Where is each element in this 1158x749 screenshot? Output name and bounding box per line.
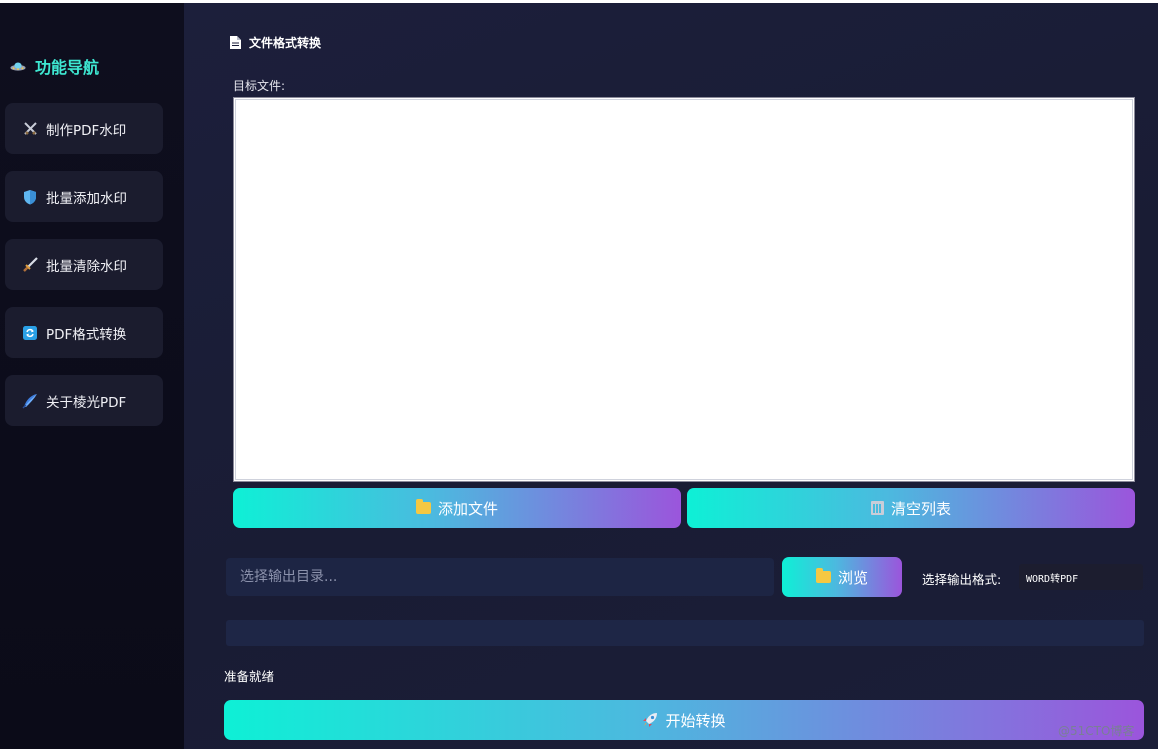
start-convert-button-label: 开始转换 (665, 711, 726, 730)
output-format-label: 选择输出格式: (922, 572, 1002, 587)
refresh-icon (22, 325, 38, 341)
sidebar-item-label: 批量清除水印 (46, 258, 127, 275)
site-watermark: @51CTO博客 (1058, 724, 1135, 738)
ufo-icon (10, 58, 26, 74)
target-file-list[interactable] (233, 97, 1135, 482)
folder-icon (415, 499, 431, 514)
section-title: 文件格式转换 (227, 33, 321, 51)
sidebar-item-batch-add-watermark[interactable]: 批量添加水印 (5, 171, 163, 222)
clear-list-button-label: 清空列表 (890, 499, 951, 518)
output-dir-input[interactable] (226, 558, 774, 596)
sidebar-item-batch-remove-watermark[interactable]: 批量清除水印 (5, 239, 163, 290)
document-icon (227, 34, 243, 50)
sidebar-item-label: 制作PDF水印 (46, 122, 127, 139)
shield-icon (22, 189, 38, 205)
sidebar-title-text: 功能导航 (35, 58, 100, 77)
rocket-icon (642, 712, 658, 728)
browse-button[interactable]: 浏览 (782, 557, 902, 597)
output-format-value: WORD转PDF (1026, 573, 1079, 585)
progress-bar (226, 620, 1144, 646)
sidebar-item-pdf-convert[interactable]: PDF格式转换 (5, 307, 163, 358)
open-folder-icon (815, 568, 831, 583)
clear-list-button[interactable]: 清空列表 (687, 488, 1135, 528)
sidebar-title: 功能导航 (10, 53, 99, 79)
sidebar-item-about[interactable]: 关于棱光PDF (5, 375, 163, 426)
browse-button-label: 浏览 (837, 568, 868, 587)
dagger-icon (22, 257, 38, 273)
sidebar-item-label: 批量添加水印 (46, 190, 127, 207)
add-file-button-label: 添加文件 (437, 499, 498, 518)
start-convert-button[interactable]: 开始转换 (224, 700, 1144, 740)
output-format-select[interactable]: WORD转PDF (1019, 564, 1143, 590)
sidebar-item-label: 关于棱光PDF (46, 394, 127, 411)
add-file-button[interactable]: 添加文件 (233, 488, 681, 528)
target-files-label: 目标文件: (233, 79, 286, 93)
sidebar-item-label: PDF格式转换 (46, 326, 127, 343)
trash-icon (870, 501, 884, 515)
crossed-swords-icon (22, 121, 38, 137)
feather-pen-icon (22, 393, 38, 409)
sidebar-item-make-watermark[interactable]: 制作PDF水印 (5, 103, 163, 154)
status-text: 准备就绪 (224, 669, 275, 684)
section-title-text: 文件格式转换 (249, 35, 322, 50)
